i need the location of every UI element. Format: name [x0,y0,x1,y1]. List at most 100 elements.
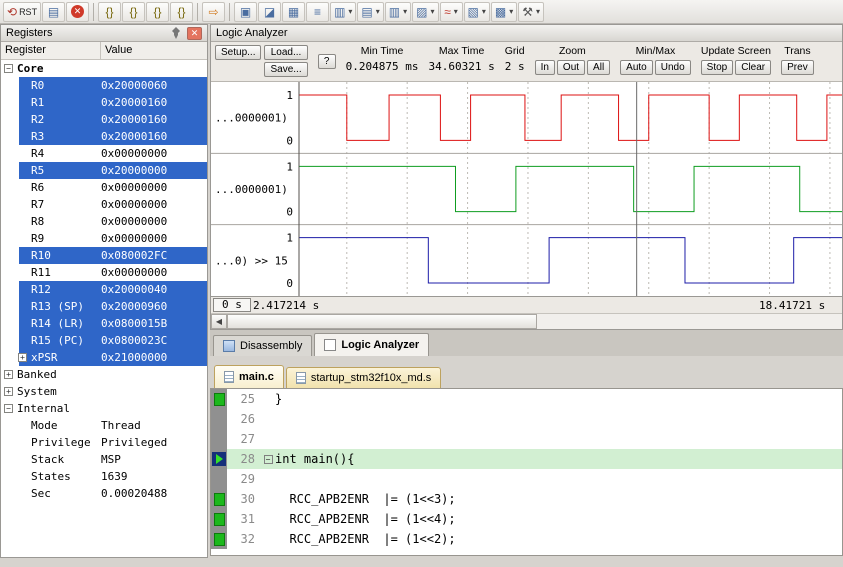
breakpoint-margin[interactable] [211,489,227,509]
step-into-button[interactable]: {} [98,1,122,22]
minmax-auto-button[interactable]: Auto [620,60,653,75]
tree-expander-icon[interactable]: − [4,64,13,73]
dropdown-arrow-icon[interactable]: ▾ [454,7,458,16]
dropdown-arrow-icon[interactable]: ▾ [482,7,486,16]
show-next-statement-button[interactable]: ⇨ [202,1,226,22]
registers-window-button[interactable]: ≡ [306,1,330,22]
dropdown-arrow-icon[interactable]: ▾ [376,7,380,16]
register-row-sec[interactable]: Sec 0.00020488 [1,485,207,502]
save-button[interactable]: Save... [264,62,308,77]
breakpoint-margin[interactable] [211,529,227,549]
debug-toolbox-button[interactable]: ⚒ ▾ [518,1,544,22]
update-stop-button[interactable]: Stop [700,60,734,75]
register-row-r13-sp[interactable]: R13 (SP) 0x20000960 [1,298,207,315]
dock-tab-logic-analyzer[interactable]: Logic Analyzer [314,333,430,356]
setup-button[interactable]: Setup... [215,45,262,60]
code-line-29[interactable]: 29 [211,469,842,489]
pin-icon[interactable] [169,27,183,40]
register-row-r3[interactable]: R3 0x20000160 [1,128,207,145]
register-row-r14-lr[interactable]: R14 (LR) 0x0800015B [1,315,207,332]
value-column-header[interactable]: Value [101,42,207,59]
step-over-button[interactable]: {} [122,1,146,22]
tree-expander-icon[interactable]: + [18,353,27,362]
symbol-window-button[interactable]: ▦ [282,1,306,22]
code-line-31[interactable]: 31 RCC_APB2ENR |= (1<<4); [211,509,842,529]
register-row-xpsr[interactable]: + xPSR 0x21000000 [1,349,207,366]
call-stack-window-button[interactable]: ▥ ▾ [330,1,357,22]
dropdown-arrow-icon[interactable]: ▾ [430,7,434,16]
close-icon[interactable]: ✕ [187,26,202,40]
register-row-r10[interactable]: R10 0x080002FC [1,247,207,264]
minmax-undo-button[interactable]: Undo [654,60,691,75]
register-row-mode[interactable]: Mode Thread [1,417,207,434]
zoom-out-button[interactable]: Out [556,60,586,75]
register-row-banked[interactable]: + Banked [1,366,207,383]
register-row-r9[interactable]: R9 0x00000000 [1,230,207,247]
fold-column[interactable]: − [261,449,275,469]
register-row-r5[interactable]: R5 0x20000000 [1,162,207,179]
editor-tab-main-c[interactable]: main.c [214,365,284,388]
dock-tab-disassembly[interactable]: Disassembly [213,335,313,356]
code-area[interactable]: 25} 26 27 28− int main(){29 30 RCC_APB2ENR |=… [210,388,843,556]
trace-window-button[interactable]: ▧ ▾ [463,1,490,22]
register-row-r12[interactable]: R12 0x20000040 [1,281,207,298]
reset-button[interactable]: ⟲ RST [3,1,42,22]
code-line-32[interactable]: 32 RCC_APB2ENR |= (1<<2); [211,529,842,549]
system-viewer-button[interactable]: ▩ ▾ [490,1,518,22]
ruler-origin-box[interactable]: 0 s [213,298,251,312]
register-row-r15-pc[interactable]: R15 (PC) 0x0800023C [1,332,207,349]
register-row-privilege[interactable]: Privilege Privileged [1,434,207,451]
breakpoint-margin[interactable] [211,409,227,429]
register-row-r7[interactable]: R7 0x00000000 [1,196,207,213]
help-button[interactable]: ? [317,54,336,69]
register-row-core[interactable]: − Core [1,60,207,77]
waveform-area[interactable]: ...0000001) 1 0 ...0000001) 1 0 ...0) >> 15 1 0 [211,82,842,297]
register-row-stack[interactable]: Stack MSP [1,451,207,468]
tree-expander-icon[interactable]: + [4,387,13,396]
horizontal-scrollbar[interactable]: ◀ [211,314,842,329]
run-to-cursor-button[interactable]: {} [170,1,194,22]
zoom-all-button[interactable]: All [587,60,611,75]
scrollbar-track[interactable] [227,314,842,329]
dropdown-arrow-icon[interactable]: ▾ [403,7,407,16]
update-clear-button[interactable]: Clear [735,60,772,75]
watch-window-button[interactable]: ▤ ▾ [357,1,384,22]
scroll-left-icon[interactable]: ◀ [211,314,227,329]
analysis-window-button[interactable]: ≈ ▾ [439,1,463,22]
disassembly-window-button[interactable]: ◪ [258,1,282,22]
register-row-r11[interactable]: R11 0x00000000 [1,264,207,281]
register-column-header[interactable]: Register [1,42,101,59]
transition-prev-button[interactable]: Prev [781,60,814,75]
register-row-r4[interactable]: R4 0x00000000 [1,145,207,162]
fold-collapse-icon[interactable]: − [263,454,273,464]
tree-expander-icon[interactable]: − [4,404,13,413]
kill-all-button[interactable]: ✕ [66,1,90,22]
register-row-internal[interactable]: − Internal [1,400,207,417]
memory-window-button[interactable]: ▥ ▾ [384,1,412,22]
zoom-in-button[interactable]: In [534,60,555,75]
code-line-28[interactable]: 28− int main(){ [211,449,842,469]
register-row-r2[interactable]: R2 0x20000160 [1,111,207,128]
dropdown-arrow-icon[interactable]: ▾ [348,7,352,16]
dropdown-arrow-icon[interactable]: ▾ [509,7,513,16]
breakpoint-margin[interactable] [211,509,227,529]
code-line-26[interactable]: 26 [211,409,842,429]
register-row-r0[interactable]: R0 0x20000060 [1,77,207,94]
register-row-r1[interactable]: R1 0x20000160 [1,94,207,111]
register-row-system[interactable]: + System [1,383,207,400]
code-line-27[interactable]: 27 [211,429,842,449]
load-button[interactable]: Load... [264,45,308,60]
editor-tab-startup-stm32f10x-md-s[interactable]: startup_stm32f10x_md.s [285,367,442,388]
tree-expander-icon[interactable]: + [4,370,13,379]
code-line-25[interactable]: 25} [211,389,842,409]
register-row-r8[interactable]: R8 0x00000000 [1,213,207,230]
register-row-r6[interactable]: R6 0x00000000 [1,179,207,196]
scrollbar-thumb[interactable] [227,314,537,329]
source-window-button[interactable]: ▤ [42,1,66,22]
code-line-30[interactable]: 30 RCC_APB2ENR |= (1<<3); [211,489,842,509]
dropdown-arrow-icon[interactable]: ▾ [536,7,540,16]
breakpoint-margin[interactable] [211,429,227,449]
waveform-svg[interactable]: ...0000001) 1 0 ...0000001) 1 0 ...0) >> 15 1 0 [211,82,842,296]
serial-window-button[interactable]: ▨ ▾ [412,1,439,22]
register-row-states[interactable]: States 1639 [1,468,207,485]
